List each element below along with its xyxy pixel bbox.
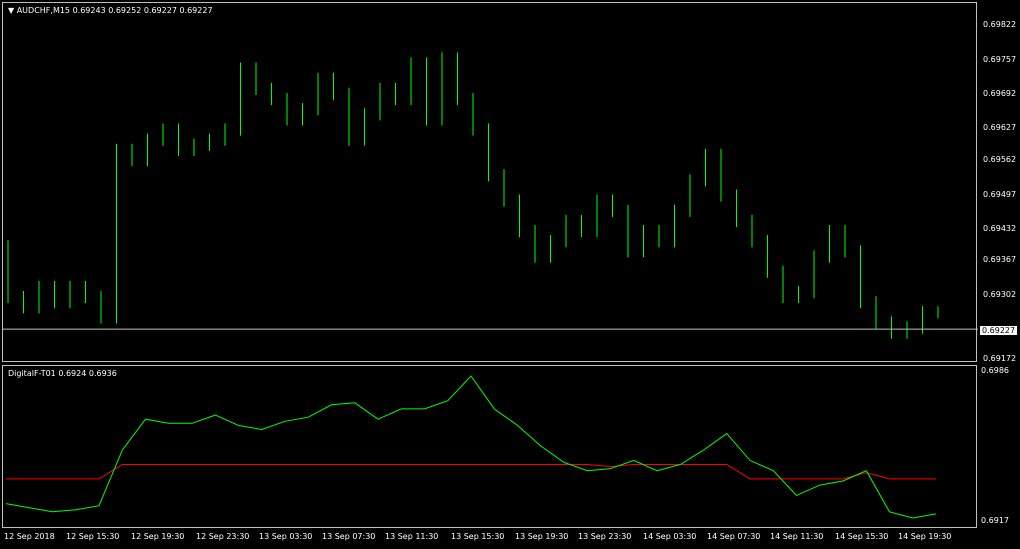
indicator-title: DigitalF-T01 xyxy=(8,369,56,378)
time-axis-label: 14 Sep 03:30 xyxy=(643,532,697,541)
time-axis-label: 12 Sep 2018 xyxy=(4,532,55,541)
price-axis-label: 0.69172 xyxy=(983,354,1017,363)
time-axis-label: 14 Sep 19:30 xyxy=(898,532,952,541)
indicator-slow-line xyxy=(6,464,936,480)
price-axis-label: 0.69497 xyxy=(983,190,1017,199)
symbol-menu[interactable]: ▼ AUDCHF,M15 0.69243 0.69252 0.69227 0.6… xyxy=(8,6,213,15)
price-chart-canvas xyxy=(3,52,978,339)
time-axis-label: 13 Sep 11:30 xyxy=(385,532,439,541)
price-chart-panel[interactable]: ▼ AUDCHF,M15 0.69243 0.69252 0.69227 0.6… xyxy=(2,2,978,362)
indicator-scale-top: 0.6986 xyxy=(981,366,1009,375)
indicator-panel[interactable]: DigitalF-T01 0.6924 0.6936 xyxy=(2,365,977,528)
current-price-tag: 0.69227 xyxy=(980,326,1018,335)
indicator-scale-bottom: 0.6917 xyxy=(981,516,1009,525)
time-axis-label: 14 Sep 15:30 xyxy=(835,532,889,541)
time-axis-label: 14 Sep 07:30 xyxy=(707,532,761,541)
ohlc-values: 0.69243 0.69252 0.69227 0.69227 xyxy=(72,6,213,15)
price-axis-label: 0.69367 xyxy=(983,255,1017,264)
price-axis-label: 0.69757 xyxy=(983,55,1017,64)
indicator-label: DigitalF-T01 0.6924 0.6936 xyxy=(8,369,117,378)
indicator-fast-line xyxy=(5,375,937,519)
price-axis-label: 0.69692 xyxy=(983,89,1017,98)
price-axis-label: 0.69822 xyxy=(983,20,1017,29)
time-axis-label: 13 Sep 19:30 xyxy=(515,532,569,541)
dropdown-triangle-icon[interactable]: ▼ xyxy=(8,6,14,15)
time-axis-label: 13 Sep 15:30 xyxy=(451,532,505,541)
indicator-canvas xyxy=(5,375,937,519)
time-axis-label: 13 Sep 03:30 xyxy=(259,532,313,541)
time-axis-label: 13 Sep 23:30 xyxy=(578,532,632,541)
time-axis-label: 12 Sep 23:30 xyxy=(196,532,250,541)
time-axis-label: 13 Sep 07:30 xyxy=(322,532,376,541)
price-axis-label: 0.69562 xyxy=(983,155,1017,164)
price-axis-label: 0.69432 xyxy=(983,224,1017,233)
time-axis-label: 14 Sep 11:30 xyxy=(770,532,824,541)
symbol-title: AUDCHF,M15 xyxy=(16,6,71,15)
price-axis-label: 0.69302 xyxy=(983,290,1017,299)
time-axis-label: 12 Sep 15:30 xyxy=(66,532,120,541)
indicator-values: 0.6924 0.6936 xyxy=(58,369,117,378)
time-axis-label: 12 Sep 19:30 xyxy=(131,532,185,541)
price-axis-label: 0.69627 xyxy=(983,123,1017,132)
